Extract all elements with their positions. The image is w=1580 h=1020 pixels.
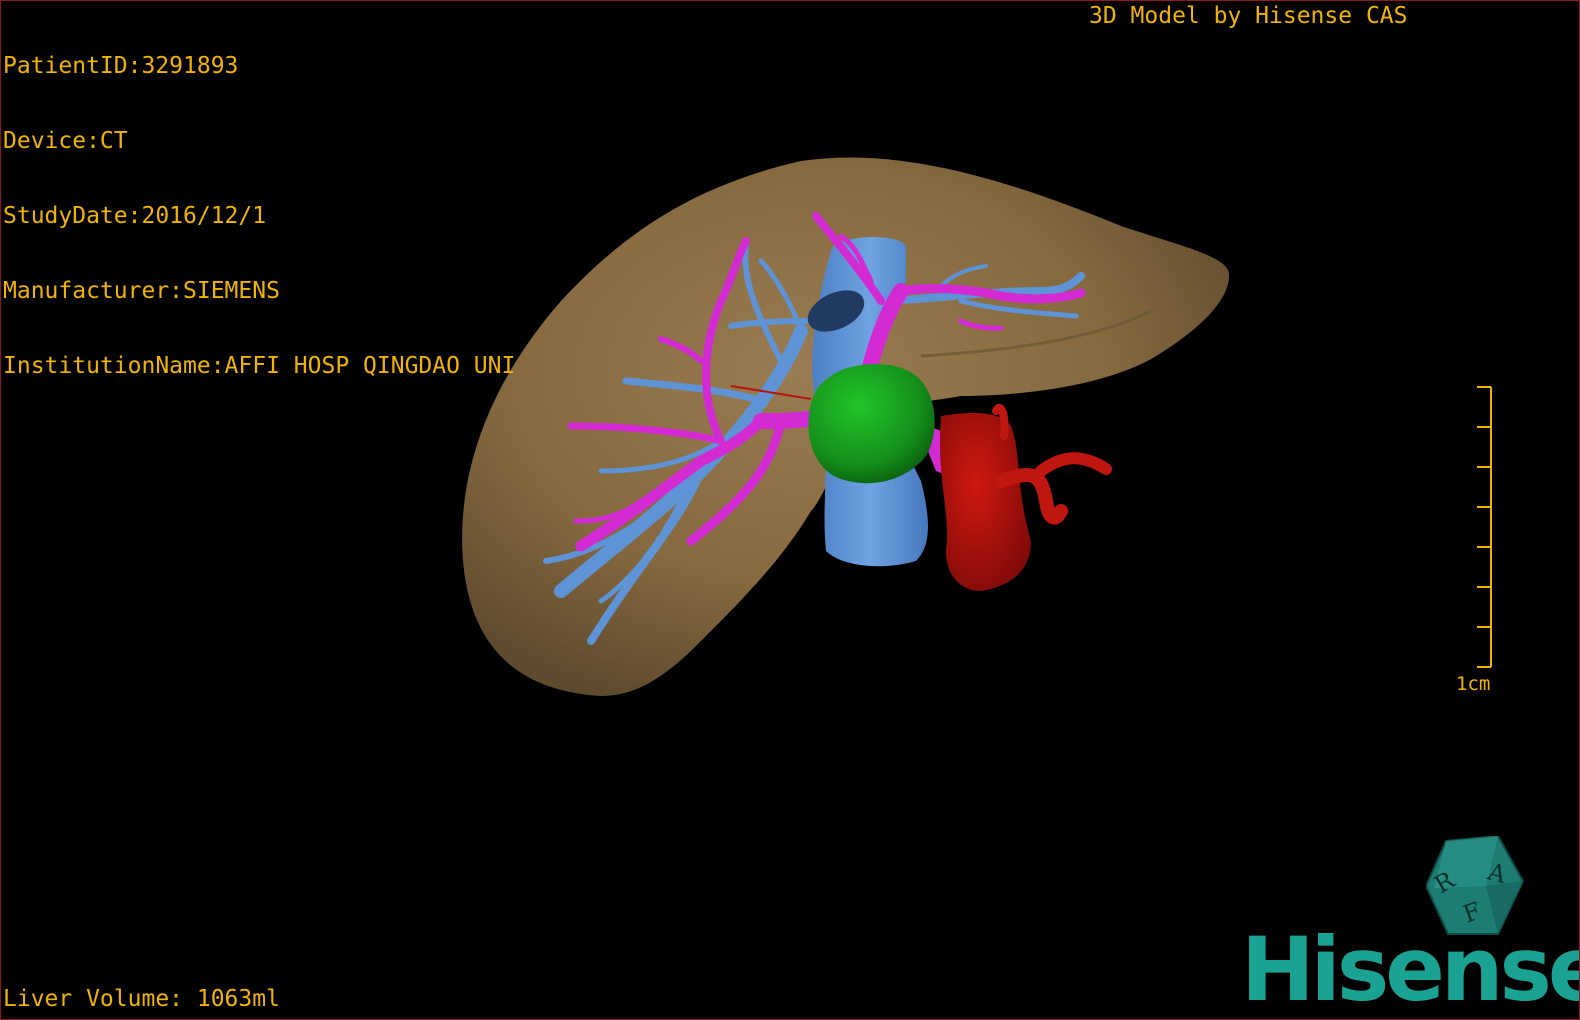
liver-volume: Liver Volume: 1063ml xyxy=(3,986,280,1012)
manufacturer: Manufacturer:SIEMENS xyxy=(3,278,280,304)
study-date: StudyDate:2016/12/1 xyxy=(3,203,267,229)
device: Device:CT xyxy=(3,128,128,154)
scale-bar-icon xyxy=(1477,386,1492,668)
3d-viewport[interactable]: PatientID:3291893 Device:CT StudyDate:20… xyxy=(0,0,1580,1020)
scale-label: 1cm xyxy=(1456,673,1491,695)
tumor[interactable] xyxy=(808,363,935,484)
patient-id: PatientID:3291893 xyxy=(3,53,239,79)
model-credit: 3D Model by Hisense CAS xyxy=(1089,3,1408,29)
dicom-info-overlay: PatientID:3291893 Device:CT StudyDate:20… xyxy=(3,4,515,429)
institution-name: InstitutionName:AFFI HOSP QINGDAO UNI xyxy=(3,353,516,379)
hisense-logo: Hisense xyxy=(1241,918,1580,1020)
